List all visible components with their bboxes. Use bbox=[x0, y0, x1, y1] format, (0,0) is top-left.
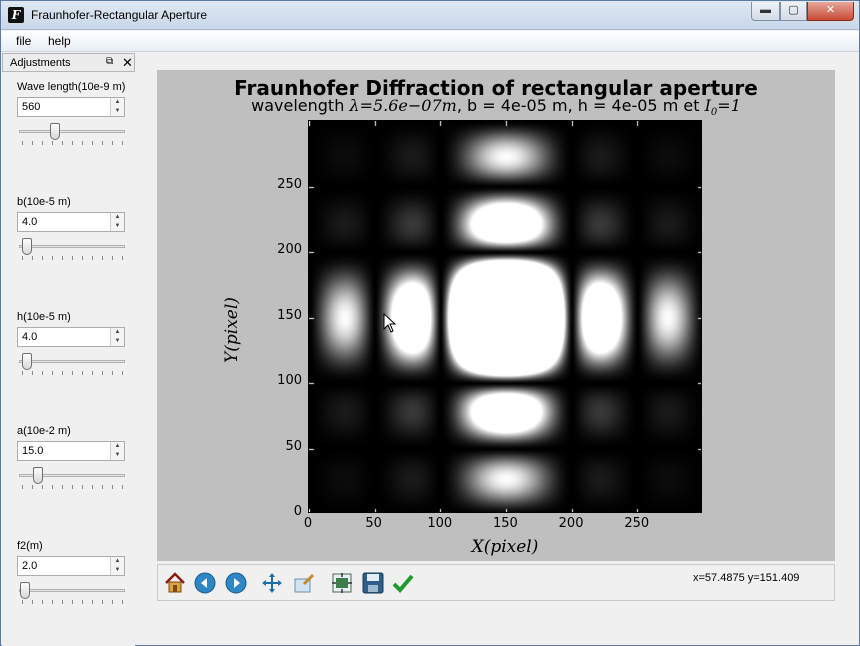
param-label: a(10e-2 m) bbox=[17, 425, 71, 437]
y-axis-label: Y(pixel) bbox=[222, 297, 242, 363]
plot-canvas[interactable]: Fraunhofer Diffraction of rectangular ap… bbox=[157, 70, 835, 561]
float-icon[interactable]: ⧉ bbox=[106, 56, 113, 67]
x-tick-label: 100 bbox=[427, 516, 453, 531]
spin-arrows: ▲ ▼ bbox=[110, 213, 124, 231]
param-spinbox[interactable]: 2.0 ▲ ▼ bbox=[17, 556, 125, 576]
spin-down-icon[interactable]: ▼ bbox=[111, 451, 124, 460]
subtitle-intensity: I0=1 bbox=[705, 96, 741, 118]
param-value[interactable]: 560 bbox=[22, 101, 40, 113]
param-value[interactable]: 15.0 bbox=[22, 445, 43, 457]
y-tick-label: 50 bbox=[285, 438, 302, 454]
spin-down-icon[interactable]: ▼ bbox=[111, 107, 124, 116]
y-tick-label: 250 bbox=[277, 176, 302, 192]
slider-ticks bbox=[17, 600, 127, 604]
spin-down-icon[interactable]: ▼ bbox=[111, 222, 124, 231]
slider-ticks bbox=[17, 485, 127, 489]
slider-track bbox=[19, 360, 125, 363]
param-spinbox[interactable]: 4.0 ▲ ▼ bbox=[17, 327, 125, 347]
spin-arrows: ▲ ▼ bbox=[110, 442, 124, 460]
subtitle-i-rest: =1 bbox=[717, 96, 741, 115]
slider-handle[interactable] bbox=[33, 467, 43, 484]
param-label: h(10e-5 m) bbox=[17, 311, 71, 323]
y-tick-label: 100 bbox=[277, 373, 302, 388]
check-icon[interactable] bbox=[391, 571, 415, 595]
spin-up-icon[interactable]: ▲ bbox=[111, 98, 124, 107]
param-value[interactable]: 4.0 bbox=[22, 216, 37, 228]
param-slider[interactable] bbox=[17, 123, 127, 145]
param-spinbox[interactable]: 4.0 ▲ ▼ bbox=[17, 212, 125, 232]
menu-bar: file help bbox=[1, 31, 859, 52]
save-icon[interactable] bbox=[361, 571, 385, 595]
spin-up-icon[interactable]: ▲ bbox=[111, 557, 124, 566]
window-title: Fraunhofer-Rectangular Aperture bbox=[31, 8, 208, 22]
spin-arrows: ▲ ▼ bbox=[110, 557, 124, 575]
x-tick-label: 200 bbox=[558, 516, 584, 531]
spin-down-icon[interactable]: ▼ bbox=[111, 566, 124, 575]
dock-header[interactable]: Adjustments ⧉ ✕ bbox=[2, 53, 135, 72]
adjustments-dock: Adjustments ⧉ ✕ Wave length(10e-9 m) 560 ▲… bbox=[2, 53, 135, 646]
home-icon[interactable] bbox=[163, 571, 187, 595]
subtitle-wavelength: λ=5.6e−07m bbox=[349, 96, 457, 115]
param-label: Wave length(10e-9 m) bbox=[17, 81, 126, 93]
heatmap-axes[interactable] bbox=[308, 120, 702, 513]
title-bar[interactable]: F Fraunhofer-Rectangular Aperture ▬ ▢ ✕ bbox=[1, 1, 859, 30]
cursor-coordinates: x=57.4875 y=151.409 bbox=[693, 572, 800, 584]
param-spinbox[interactable]: 560 ▲ ▼ bbox=[17, 97, 125, 117]
param-slider[interactable] bbox=[17, 353, 127, 375]
maximize-button[interactable]: ▢ bbox=[780, 2, 807, 21]
slider-ticks bbox=[17, 256, 127, 260]
x-tick-label: 250 bbox=[624, 516, 650, 531]
forward-icon[interactable] bbox=[224, 571, 248, 595]
app-window: F Fraunhofer-Rectangular Aperture ▬ ▢ ✕ … bbox=[0, 0, 860, 646]
subtitle-mid: , b = 4e-05 m, h = 4e-05 m et bbox=[456, 96, 705, 115]
slider-handle[interactable] bbox=[20, 582, 30, 599]
slider-track bbox=[19, 130, 125, 133]
param-slider[interactable] bbox=[17, 467, 127, 489]
spin-down-icon[interactable]: ▼ bbox=[111, 337, 124, 346]
slider-ticks bbox=[17, 371, 127, 375]
spin-up-icon[interactable]: ▲ bbox=[111, 213, 124, 222]
back-icon[interactable] bbox=[193, 571, 217, 595]
param-label: b(10e-5 m) bbox=[17, 196, 71, 208]
minimize-button[interactable]: ▬ bbox=[751, 2, 780, 21]
mouse-cursor bbox=[383, 312, 397, 333]
slider-track bbox=[19, 589, 125, 592]
app-icon: F bbox=[8, 7, 24, 23]
param-slider[interactable] bbox=[17, 582, 127, 604]
configure-subplots-icon[interactable] bbox=[330, 571, 354, 595]
subtitle-prefix: wavelength bbox=[251, 96, 350, 115]
diffraction-heatmap bbox=[309, 121, 701, 512]
slider-ticks bbox=[17, 141, 127, 145]
y-tick-label: 0 bbox=[293, 504, 302, 519]
param-label: f2(m) bbox=[17, 540, 43, 552]
param-value[interactable]: 2.0 bbox=[22, 560, 37, 572]
y-tick-label: 200 bbox=[277, 242, 302, 257]
spin-up-icon[interactable]: ▲ bbox=[111, 328, 124, 337]
slider-handle[interactable] bbox=[22, 353, 32, 370]
dock-title: Adjustments bbox=[10, 57, 71, 69]
pan-icon[interactable] bbox=[260, 571, 284, 595]
x-tick-label: 150 bbox=[493, 516, 518, 531]
zoom-icon[interactable] bbox=[292, 571, 316, 595]
close-button[interactable]: ✕ bbox=[807, 2, 854, 21]
navigation-toolbar: x=57.4875 y=151.409 bbox=[157, 564, 835, 601]
param-spinbox[interactable]: 15.0 ▲ ▼ bbox=[17, 441, 125, 461]
spin-arrows: ▲ ▼ bbox=[110, 98, 124, 116]
plot-subtitle: wavelength λ=5.6e−07m, b = 4e-05 m, h = … bbox=[157, 96, 835, 118]
dock-close-icon[interactable]: ✕ bbox=[122, 55, 133, 71]
menu-help[interactable]: help bbox=[48, 34, 71, 48]
spin-arrows: ▲ ▼ bbox=[110, 328, 124, 346]
param-value[interactable]: 4.0 bbox=[22, 331, 37, 343]
spin-up-icon[interactable]: ▲ bbox=[111, 442, 124, 451]
menu-file[interactable]: file bbox=[16, 34, 31, 48]
y-tick-label: 150 bbox=[277, 307, 302, 323]
slider-track bbox=[19, 245, 125, 248]
slider-handle[interactable] bbox=[22, 238, 32, 255]
param-slider[interactable] bbox=[17, 238, 127, 260]
slider-handle[interactable] bbox=[50, 123, 60, 140]
x-axis-label: X(pixel) bbox=[471, 537, 539, 557]
x-tick-label: 50 bbox=[365, 516, 382, 531]
